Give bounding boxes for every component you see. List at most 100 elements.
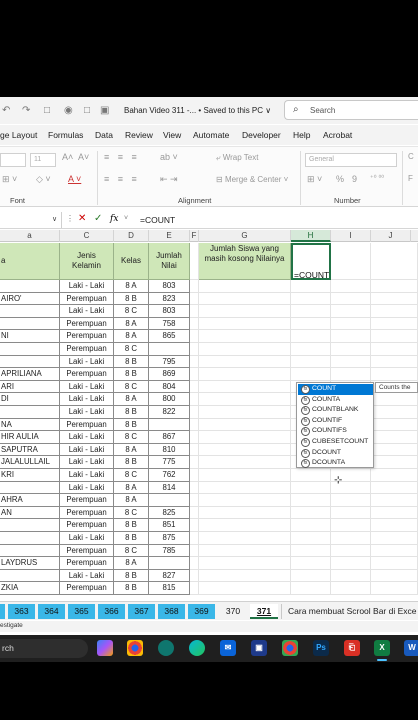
empty-cell[interactable] (291, 582, 331, 595)
cell-gender[interactable]: Laki - Laki (60, 469, 114, 482)
cell-name[interactable]: ARI (0, 380, 60, 394)
format-table-icon[interactable]: F (408, 174, 413, 183)
cell-nilai[interactable]: 822 (149, 406, 190, 419)
empty-cell[interactable] (190, 280, 199, 293)
empty-cell[interactable] (331, 317, 371, 331)
empty-cell[interactable] (331, 582, 371, 595)
table-row[interactable]: Laki - Laki 8 A 814 (0, 481, 418, 495)
empty-cell[interactable] (190, 469, 199, 482)
cell-gender[interactable]: Laki - Laki (60, 305, 114, 318)
cell-gender[interactable]: Laki - Laki (60, 280, 114, 293)
header-jumlah-siswa-kosong[interactable]: Jumlah Siswa yang masih kosong Nilainya (199, 243, 291, 280)
table-row[interactable]: APRILIANA Perempuan 8 B 869 (0, 368, 418, 381)
font-size-box[interactable]: 11 (30, 153, 56, 167)
cell-name[interactable]: KRI (0, 469, 60, 482)
cell-gender[interactable]: Laki - Laki (60, 431, 114, 444)
cell-gender[interactable]: Perempuan (60, 292, 114, 306)
active-cell-h[interactable]: =COUNT (291, 243, 331, 280)
edge-icon[interactable] (158, 640, 174, 656)
empty-cell[interactable] (190, 243, 199, 280)
empty-cell[interactable] (331, 355, 371, 369)
cell-gender[interactable]: Perempuan (60, 582, 114, 595)
cell-gender[interactable]: Laki - Laki (60, 481, 114, 495)
table-icon[interactable]: ▣ (100, 105, 109, 116)
chrome-icon[interactable] (282, 640, 298, 656)
table-row[interactable]: AHRA Perempuan 8 A (0, 494, 418, 507)
empty-cell[interactable] (190, 544, 199, 558)
table-row[interactable]: AN Perempuan 8 C 825 (0, 506, 418, 520)
cell-name[interactable] (0, 355, 60, 369)
empty-cell[interactable] (190, 557, 199, 570)
conditional-format-icon[interactable]: C (408, 152, 414, 161)
worksheet-grid[interactable]: a C D E F G H I J a Jenis Kelamin Kelas … (0, 230, 418, 601)
cell-gender[interactable]: Perempuan (60, 557, 114, 570)
empty-cell[interactable] (371, 569, 418, 583)
autocomplete-item[interactable]: fx DCOUNTA (298, 458, 373, 469)
empty-cell[interactable] (371, 355, 418, 369)
column-header[interactable]: G (199, 230, 291, 242)
cell-nilai[interactable]: 803 (149, 280, 190, 293)
cell-gender[interactable]: Laki - Laki (60, 443, 114, 457)
header-jumlah-nilai[interactable]: Jumlah Nilai (149, 243, 190, 280)
cancel-icon[interactable]: ✕ (78, 213, 86, 224)
empty-cell[interactable] (371, 418, 418, 432)
empty-cell[interactable] (331, 569, 371, 583)
cell-nilai[interactable]: 810 (149, 443, 190, 457)
empty-cell[interactable] (199, 582, 291, 595)
header-jenis-kelamin[interactable]: Jenis Kelamin (60, 243, 114, 280)
table-row[interactable]: Laki - Laki 8 B 827 (0, 569, 418, 583)
empty-cell[interactable] (199, 481, 291, 495)
cell-gender[interactable]: Perempuan (60, 317, 114, 331)
sheet-tab[interactable]: 363 (8, 604, 35, 619)
empty-cell[interactable] (199, 544, 291, 558)
empty-cell[interactable] (331, 368, 371, 381)
cell-kelas[interactable]: 8 A (114, 330, 149, 343)
empty-cell[interactable] (199, 418, 291, 432)
empty-cell[interactable] (199, 569, 291, 583)
empty-cell[interactable] (199, 557, 291, 570)
empty-cell[interactable] (331, 330, 371, 343)
empty-cell[interactable] (199, 519, 291, 532)
comma-icon[interactable]: 9 (352, 174, 357, 184)
cell-nilai[interactable]: 762 (149, 469, 190, 482)
cell-gender[interactable]: Perempuan (60, 519, 114, 532)
cell-nilai[interactable]: 823 (149, 292, 190, 306)
undo-icon[interactable]: ↶ (2, 105, 10, 116)
tab-acrobat[interactable]: Acrobat (323, 130, 352, 140)
orientation-icon[interactable]: ab ˅ (160, 152, 178, 162)
cell-nilai[interactable]: 827 (149, 569, 190, 583)
cell-name[interactable]: DI (0, 393, 60, 406)
tab-formulas[interactable]: Formulas (48, 130, 83, 140)
empty-cell[interactable] (371, 519, 418, 532)
table-row[interactable]: Laki - Laki 8 B 875 (0, 532, 418, 545)
cell-kelas[interactable]: 8 B (114, 519, 149, 532)
cell-kelas[interactable]: 8 C (114, 544, 149, 558)
cell-kelas[interactable]: 8 A (114, 481, 149, 495)
cell-kelas[interactable]: 8 C (114, 343, 149, 356)
column-header[interactable]: J (371, 230, 411, 242)
empty-cell[interactable] (371, 431, 418, 444)
column-header[interactable]: I (331, 230, 371, 242)
empty-cell[interactable] (199, 506, 291, 520)
font-name-box[interactable] (0, 153, 26, 167)
cell-gender[interactable]: Perempuan (60, 330, 114, 343)
cell-kelas[interactable]: 8 C (114, 469, 149, 482)
cell-name[interactable] (0, 343, 60, 356)
table-row[interactable]: Laki - Laki 8 B 795 (0, 355, 418, 369)
empty-cell[interactable] (291, 330, 331, 343)
empty-cell[interactable] (331, 292, 371, 306)
cell-kelas[interactable]: 8 C (114, 431, 149, 444)
empty-cell[interactable] (291, 569, 331, 583)
empty-cell[interactable] (199, 305, 291, 318)
tab-developer[interactable]: Developer (242, 130, 281, 140)
cell-name[interactable] (0, 317, 60, 331)
empty-cell[interactable] (199, 406, 291, 419)
empty-cell[interactable] (190, 292, 199, 306)
empty-cell[interactable] (190, 393, 199, 406)
redo-icon[interactable]: ↷ (22, 105, 30, 116)
empty-cell[interactable] (199, 393, 291, 406)
empty-cell[interactable] (371, 582, 418, 595)
cell-nilai[interactable]: 800 (149, 393, 190, 406)
empty-cell[interactable] (371, 393, 418, 406)
empty-cell[interactable] (371, 317, 418, 331)
